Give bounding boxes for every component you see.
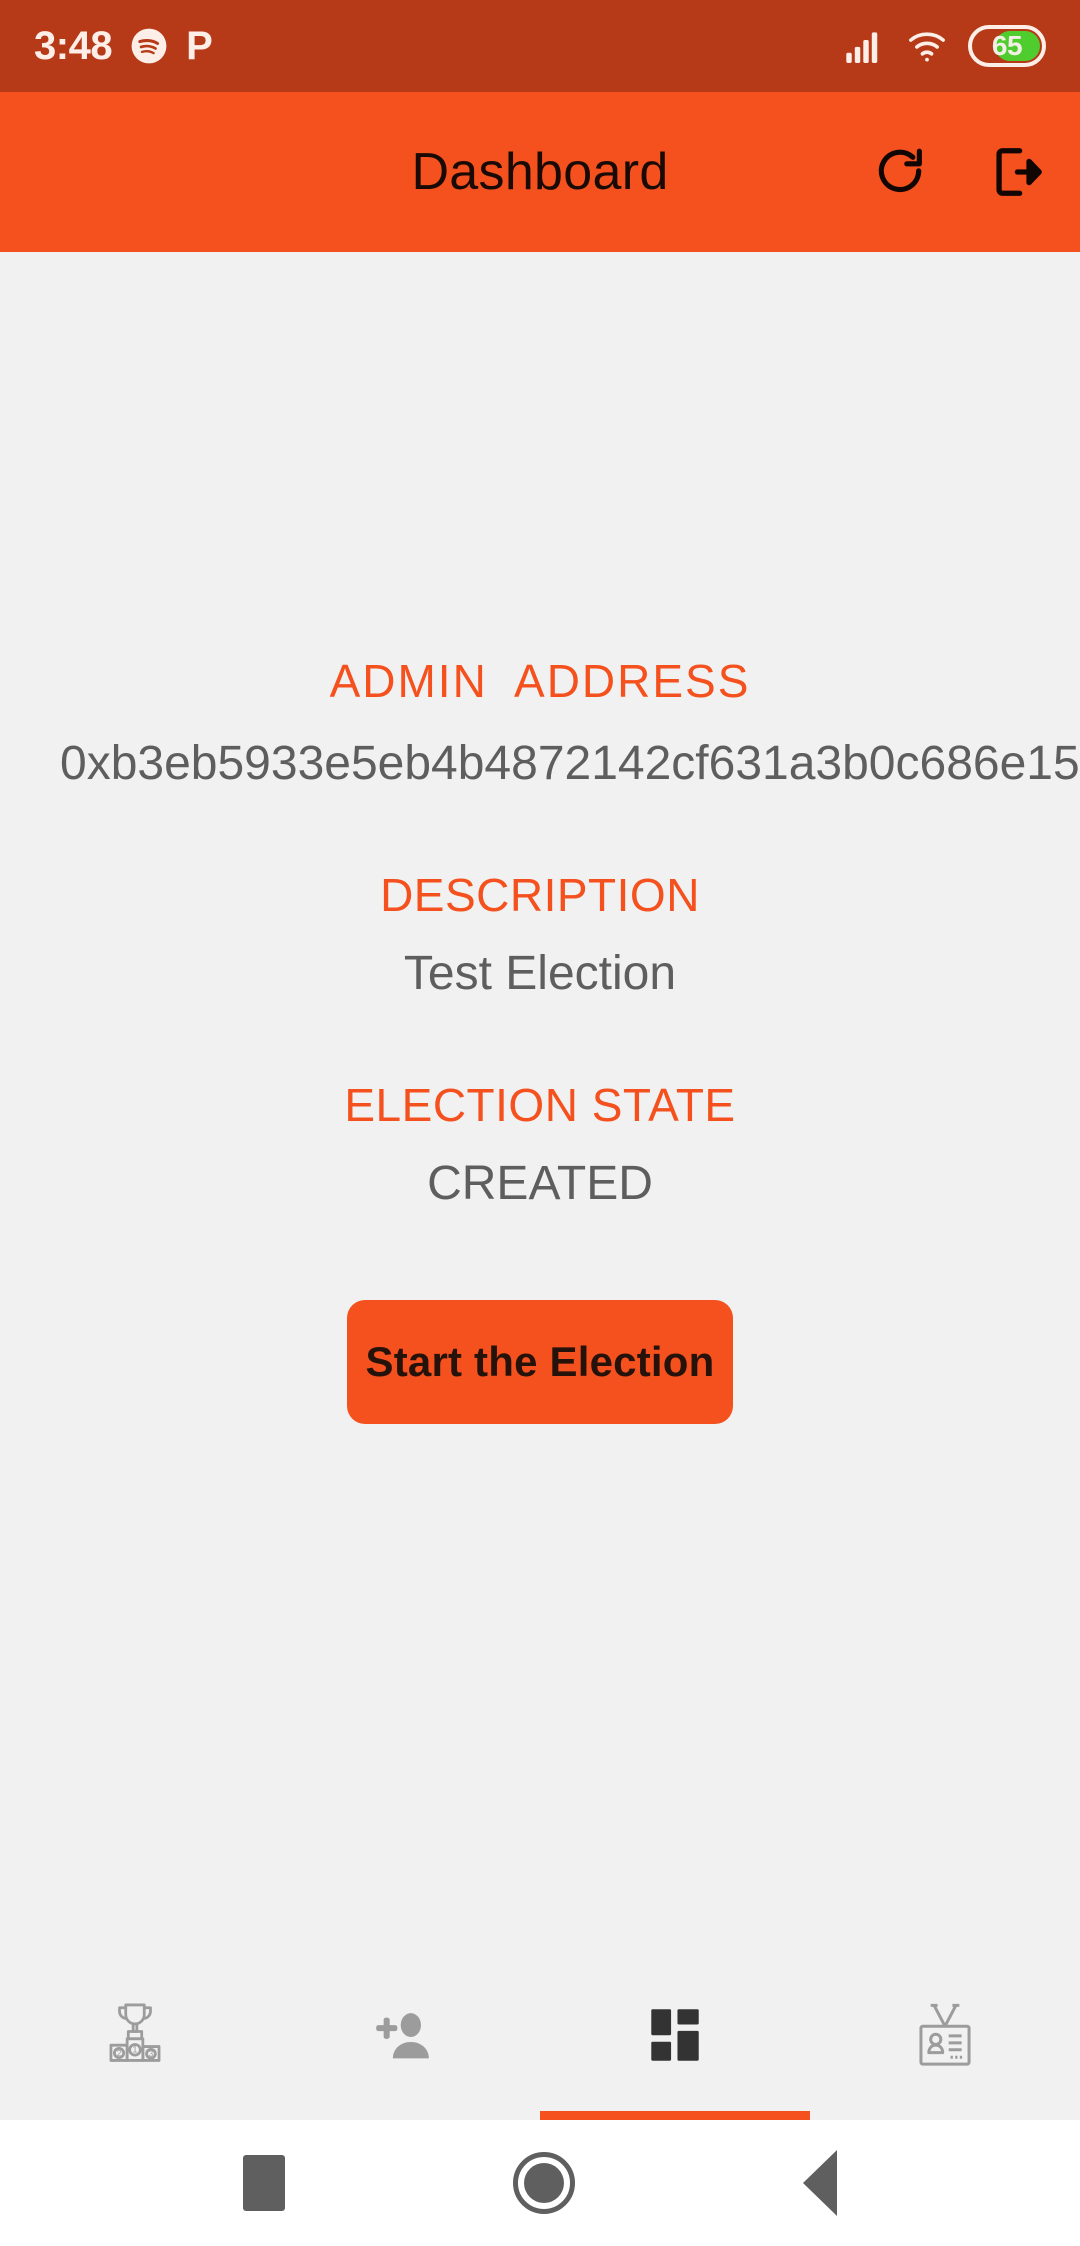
battery-indicator: 65 bbox=[968, 25, 1046, 67]
description-label: DESCRIPTION bbox=[380, 869, 700, 922]
recents-square-icon[interactable] bbox=[243, 2155, 285, 2211]
tab-candidates[interactable] bbox=[810, 1970, 1080, 2120]
svg-text:3: 3 bbox=[149, 2049, 154, 2058]
battery-level-text: 65 bbox=[991, 30, 1023, 61]
refresh-button[interactable] bbox=[866, 138, 934, 206]
description-value: Test Election bbox=[403, 946, 677, 1000]
tab-add-voter[interactable] bbox=[270, 1970, 540, 2120]
spotify-icon bbox=[130, 27, 168, 65]
id-badge-icon bbox=[908, 1998, 982, 2077]
admin-address-label: ADMIN ADDRESS bbox=[329, 655, 751, 707]
status-bar: 3:48 P 65 bbox=[0, 0, 1080, 92]
admin-address-value: 0xb3eb5933e5eb4b4872142cf631a3b0c686e152… bbox=[60, 736, 1080, 790]
home-circle-inner bbox=[524, 2163, 564, 2203]
app-bar-actions bbox=[866, 138, 1050, 206]
main-content: ADMIN ADDRESS 0xb3eb5933e5eb4b4872142cf6… bbox=[0, 252, 1080, 1970]
p-app-icon: P bbox=[186, 24, 213, 68]
tab-results[interactable]: 1 2 3 bbox=[0, 1970, 270, 2120]
svg-text:1: 1 bbox=[132, 2044, 137, 2054]
svg-text:2: 2 bbox=[117, 2047, 122, 2057]
start-election-button[interactable]: Start the Election bbox=[347, 1300, 733, 1425]
trophy-podium-icon: 1 2 3 bbox=[98, 1998, 172, 2077]
phone-screen: 3:48 P 65 Dashboard ADMIN ADDRESS 0xb3eb… bbox=[0, 0, 1080, 2246]
android-navigation-bar bbox=[0, 2120, 1080, 2246]
wifi-icon bbox=[906, 29, 948, 63]
back-triangle-icon[interactable] bbox=[803, 2150, 837, 2216]
logout-button[interactable] bbox=[982, 138, 1050, 206]
election-state-label: ELECTION STATE bbox=[344, 1079, 736, 1132]
status-bar-left: 3:48 P bbox=[34, 24, 213, 69]
status-bar-right: 65 bbox=[844, 25, 1046, 67]
active-tab-indicator bbox=[540, 2111, 810, 2120]
bottom-tab-bar: 1 2 3 bbox=[0, 1970, 1080, 2120]
election-state-value: CREATED bbox=[427, 1156, 653, 1210]
signal-bars-icon bbox=[844, 29, 886, 63]
add-person-icon bbox=[369, 1999, 441, 2076]
status-time: 3:48 bbox=[34, 23, 113, 68]
home-circle-icon[interactable] bbox=[513, 2152, 575, 2214]
dashboard-grid-icon bbox=[642, 2002, 708, 2073]
app-bar: Dashboard bbox=[0, 92, 1080, 252]
tab-dashboard[interactable] bbox=[540, 1970, 810, 2120]
